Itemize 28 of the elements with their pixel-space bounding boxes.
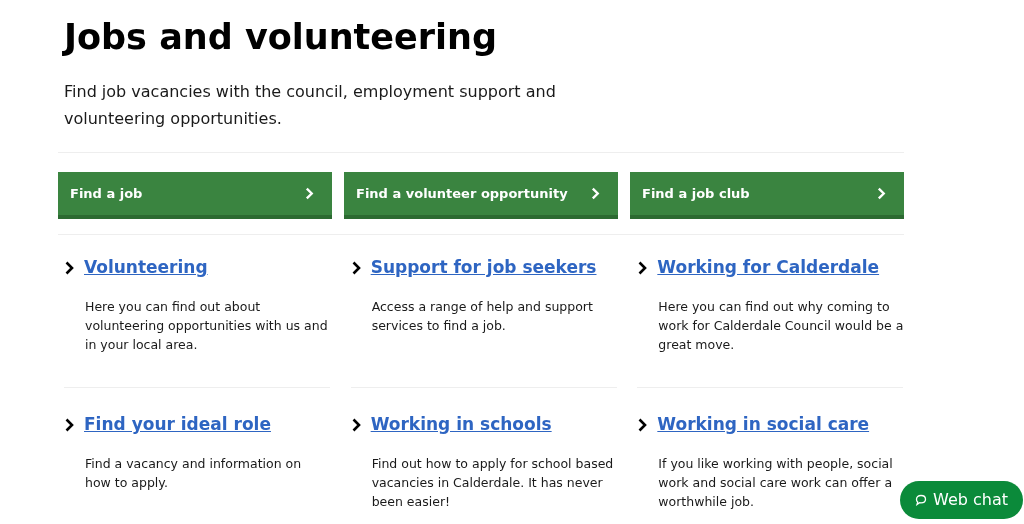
card-link[interactable]: Working for Calderdale xyxy=(657,255,880,281)
web-chat-button[interactable]: Web chat xyxy=(900,481,1023,519)
nav-button[interactable]: Find a job club xyxy=(630,172,904,219)
chevron-icon xyxy=(64,417,75,432)
chevron-icon xyxy=(637,417,649,432)
chevron-icon xyxy=(305,187,314,200)
card-description: Here you can find out why coming to work for Calderdale Council would be a great move. xyxy=(658,297,904,354)
nav-button[interactable]: Find a volunteer opportunity xyxy=(344,172,618,219)
chevron-icon xyxy=(350,260,362,275)
card-description: Find out how to apply for school based vacancies in Calderdale. It has never been easier! xyxy=(371,454,615,511)
chevron-icon xyxy=(350,417,362,432)
card-link[interactable]: Support for job seekers xyxy=(370,255,597,281)
card-link[interactable]: Volunteering xyxy=(84,255,208,281)
page-title: Jobs and volunteering xyxy=(64,16,499,59)
chevron-icon xyxy=(877,187,886,200)
card-description: Access a range of help and support services to find a job. xyxy=(371,297,594,335)
nav-button[interactable]: Find a job xyxy=(58,172,332,219)
card-description: If you like working with people, social work and social care work can offer a worthwhile job. xyxy=(658,454,894,511)
intro-text: Find job vacancies with the council, employment support and volunteering opportunities. xyxy=(64,81,557,130)
card-description: Find a vacancy and information on how to apply. xyxy=(85,454,303,492)
chevron-icon xyxy=(637,260,649,275)
card-link[interactable]: Find your ideal role xyxy=(84,412,271,438)
chevron-icon xyxy=(64,260,75,275)
chat-bubble-icon xyxy=(915,494,927,506)
card-link[interactable]: Working in schools xyxy=(370,412,552,438)
card-description: Here you can find out about volunteering opportunities with us and in your local area. xyxy=(85,297,329,354)
card-link[interactable]: Working in social care xyxy=(657,412,870,438)
chevron-icon xyxy=(591,187,600,200)
